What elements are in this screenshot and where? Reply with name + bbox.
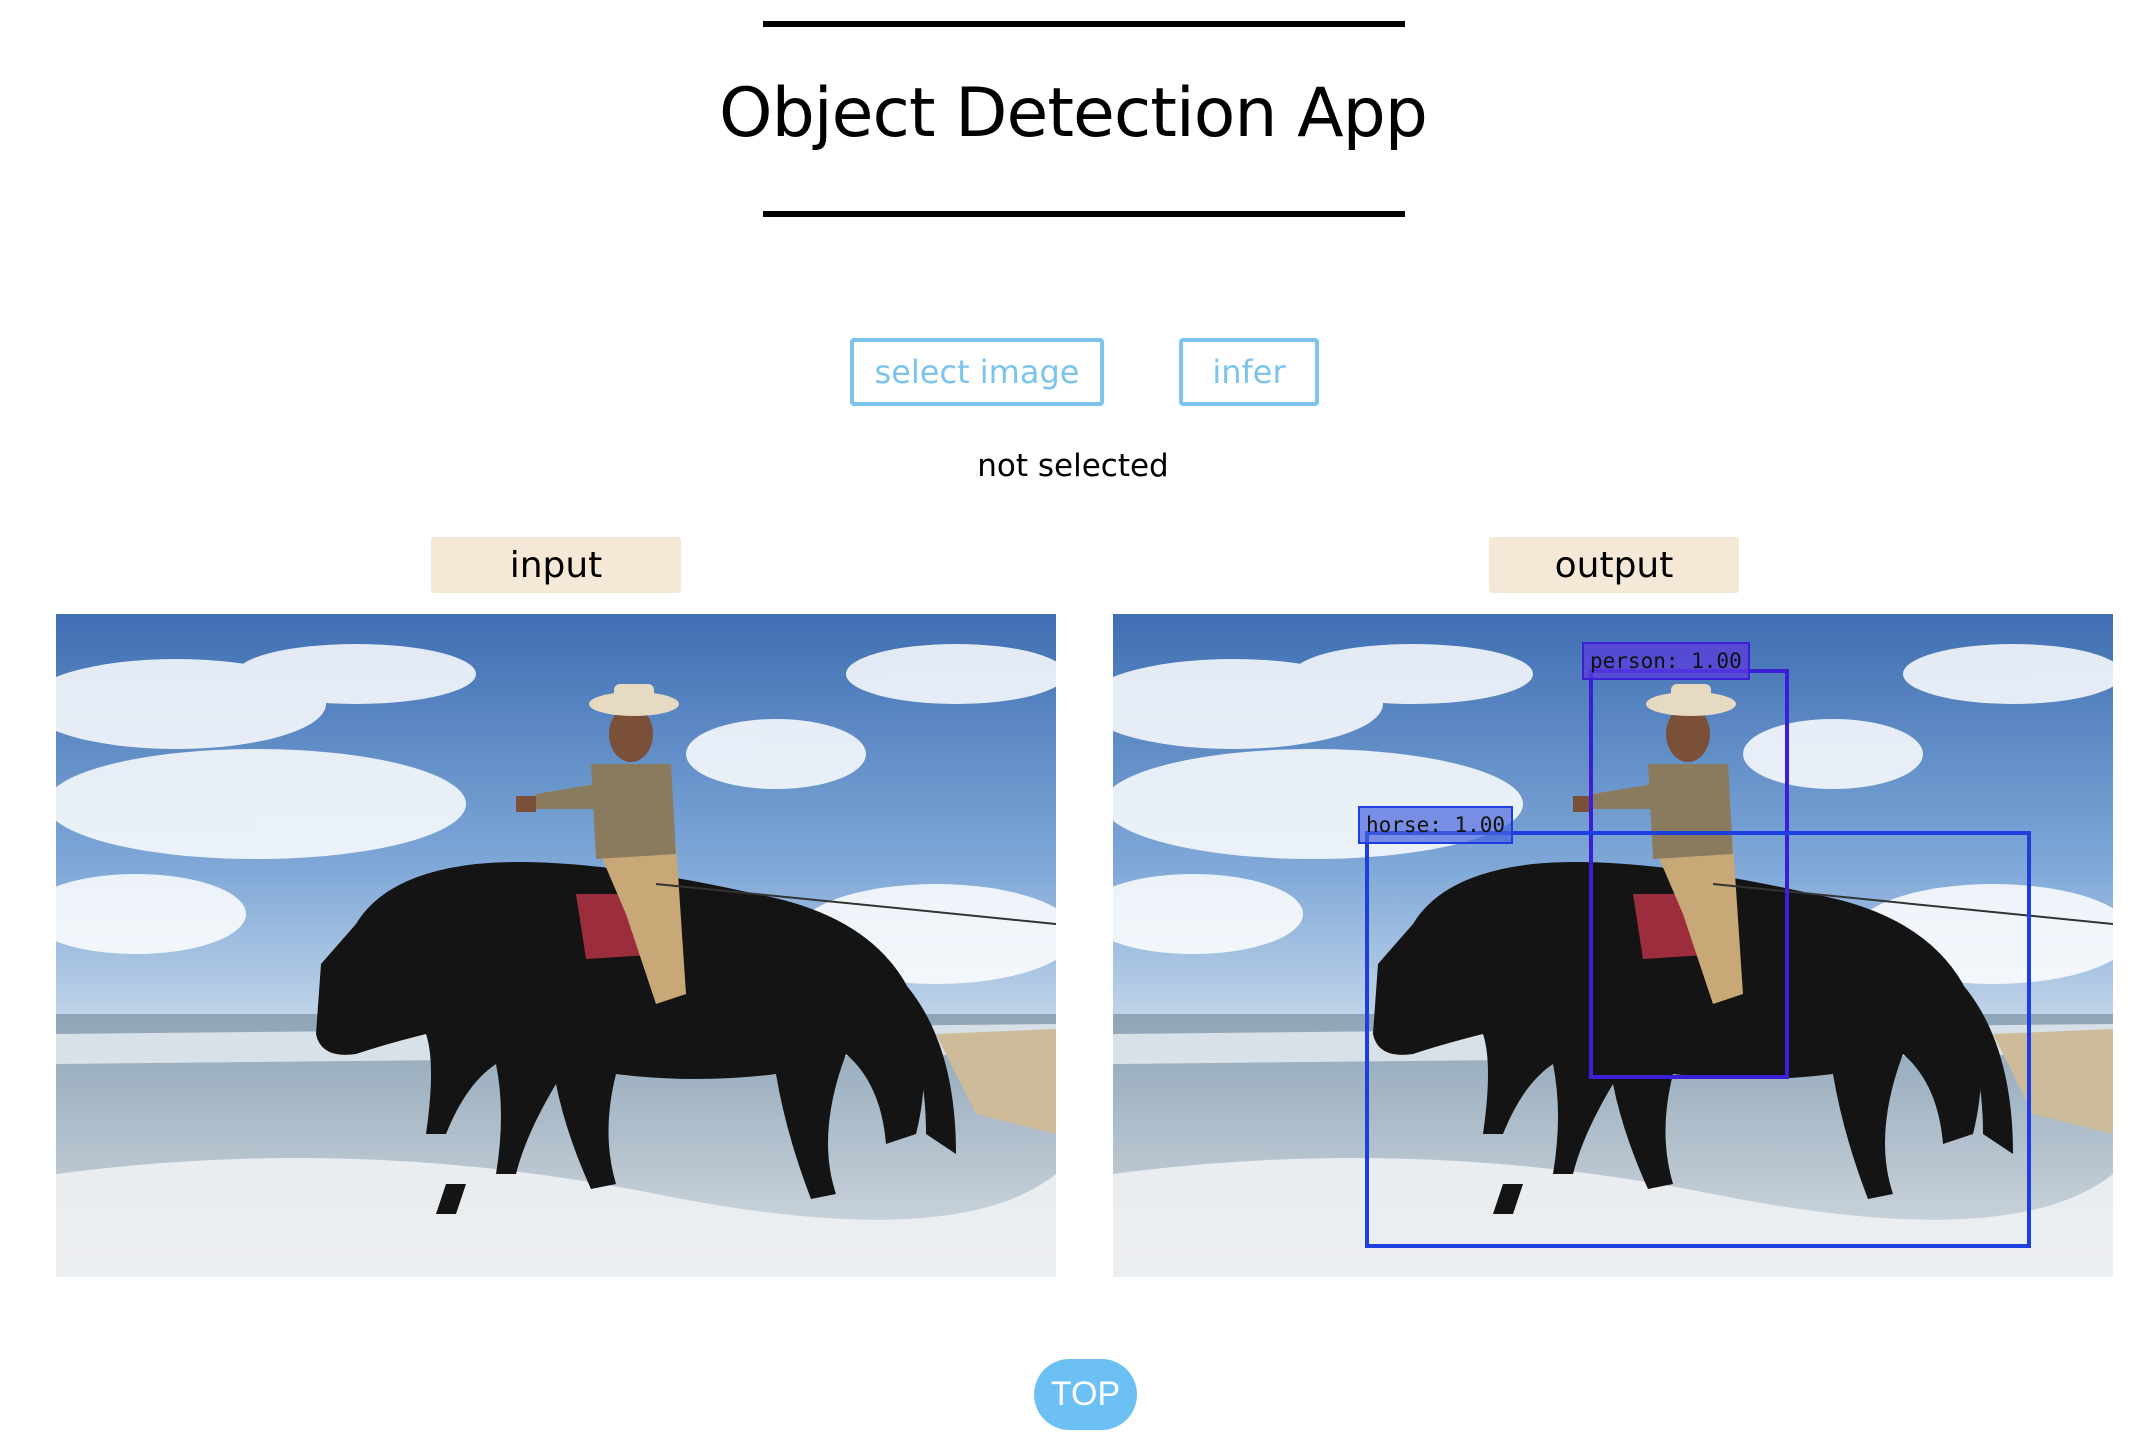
horse-detection-box — [1365, 831, 2031, 1248]
scroll-top-button[interactable]: TOP — [1034, 1359, 1137, 1430]
infer-button[interactable]: infer — [1179, 338, 1319, 406]
title-rule-top — [763, 21, 1405, 27]
output-image: person: 1.00 horse: 1.00 — [1113, 614, 2113, 1277]
horse-detection-label: horse: 1.00 — [1358, 806, 1514, 844]
page-title: Object Detection App — [719, 74, 1428, 153]
select-image-button[interactable]: select image — [850, 338, 1104, 406]
person-detection-label: person: 1.00 — [1582, 642, 1750, 680]
title-rule-bottom — [763, 211, 1405, 217]
input-image — [56, 614, 1056, 1277]
input-panel-label: input — [431, 537, 681, 593]
horse-rider-photo — [56, 614, 1056, 1277]
selection-status: not selected — [977, 448, 1169, 484]
output-panel-label: output — [1489, 537, 1739, 593]
